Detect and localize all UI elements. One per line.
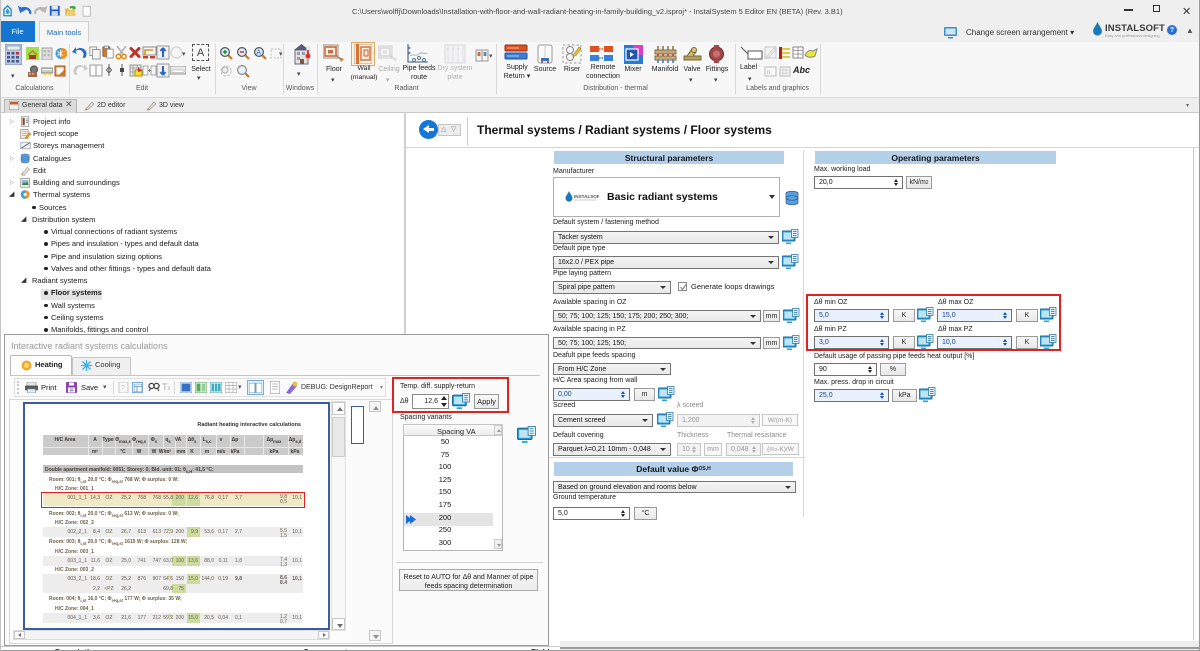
svg-text:A: A	[256, 50, 261, 57]
svg-text:n: n	[767, 70, 770, 76]
svg-text:?: ?	[121, 385, 125, 392]
svg-text:INSTALSOFT: INSTALSOFT	[574, 194, 599, 199]
